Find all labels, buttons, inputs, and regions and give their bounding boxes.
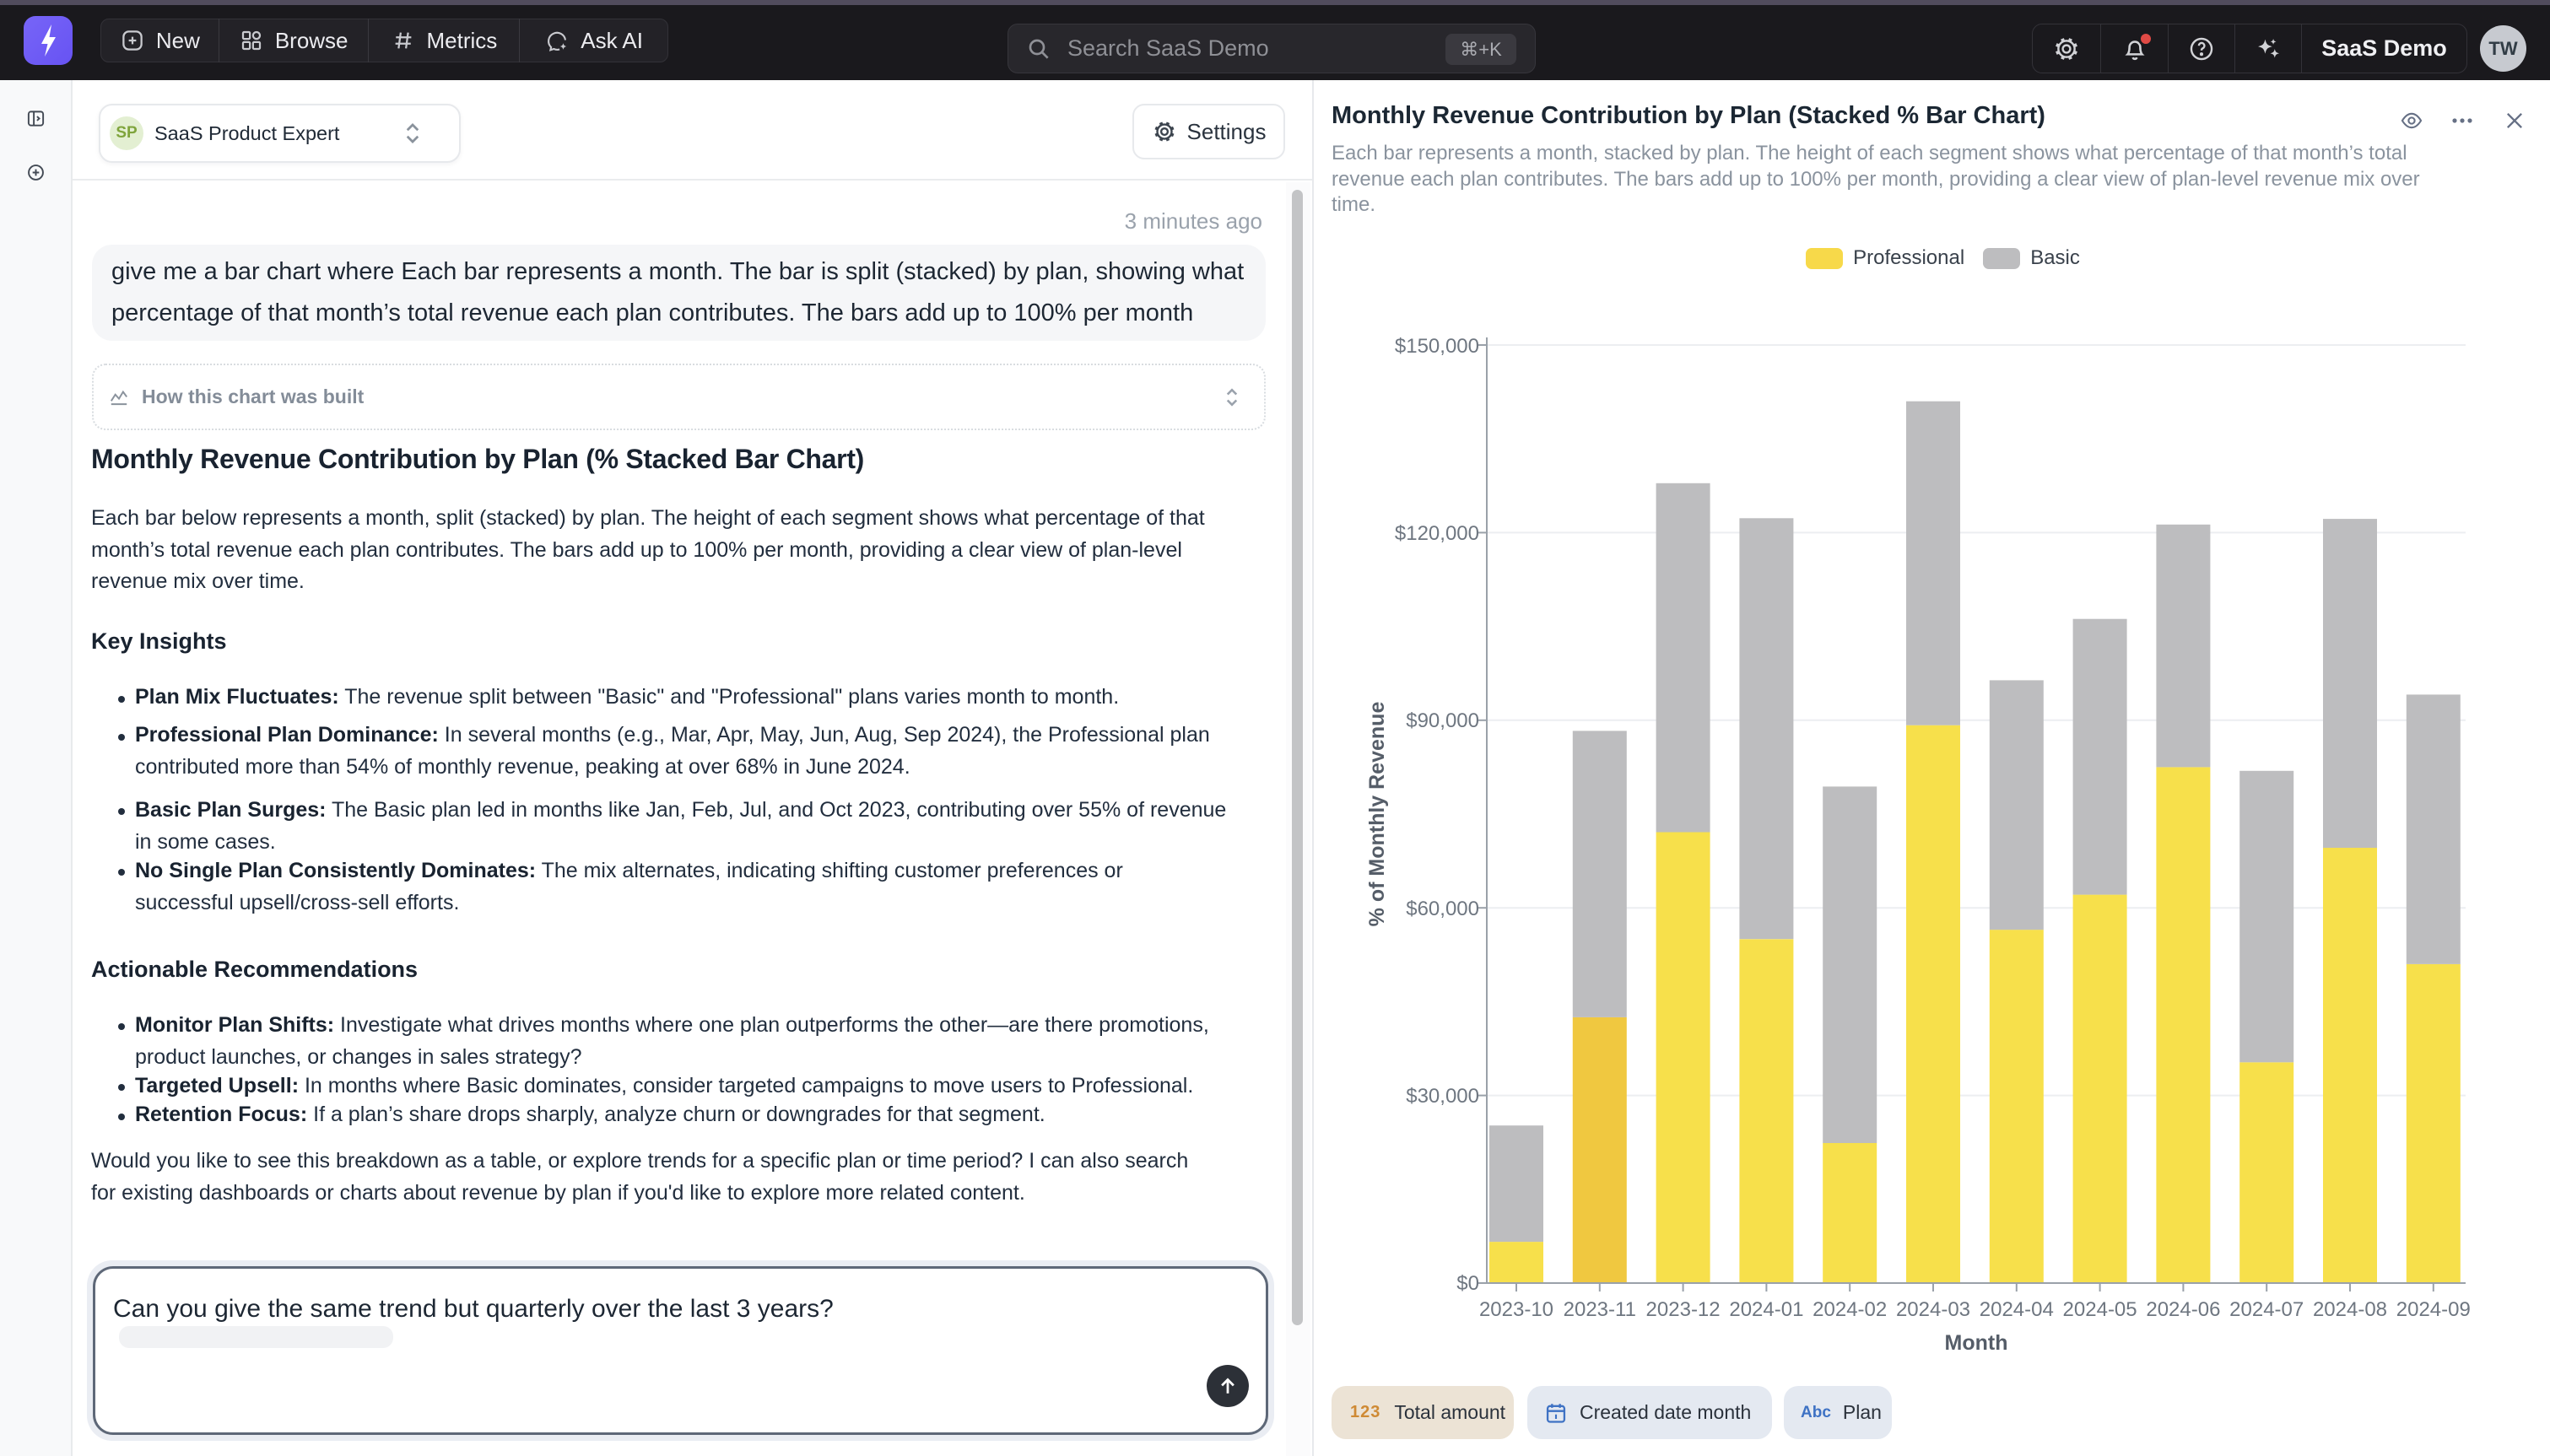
svg-text:2023-10: 2023-10 <box>1479 1298 1553 1321</box>
svg-text:% of Monthly Revenue: % of Monthly Revenue <box>1365 702 1389 927</box>
svg-text:2024-04: 2024-04 <box>1980 1298 2054 1321</box>
svg-text:$60,000: $60,000 <box>1406 898 1479 920</box>
svg-text:$0: $0 <box>1456 1272 1479 1295</box>
svg-text:2024-03: 2024-03 <box>1896 1298 1970 1321</box>
svg-text:2024-01: 2024-01 <box>1729 1298 1803 1321</box>
svg-text:2024-06: 2024-06 <box>2146 1298 2220 1321</box>
svg-text:2024-07: 2024-07 <box>2229 1298 2304 1321</box>
svg-text:2024-02: 2024-02 <box>1813 1298 1887 1321</box>
svg-text:$150,000: $150,000 <box>1395 335 1479 358</box>
svg-text:2023-11: 2023-11 <box>1564 1298 1636 1321</box>
svg-text:$120,000: $120,000 <box>1395 522 1479 545</box>
svg-text:2023-12: 2023-12 <box>1646 1298 1721 1321</box>
svg-text:2024-09: 2024-09 <box>2396 1298 2471 1321</box>
svg-text:2024-05: 2024-05 <box>2063 1298 2137 1321</box>
svg-text:2024-08: 2024-08 <box>2313 1298 2387 1321</box>
svg-text:$90,000: $90,000 <box>1406 709 1479 732</box>
svg-text:Month: Month <box>1945 1331 2008 1355</box>
svg-text:$30,000: $30,000 <box>1406 1085 1479 1108</box>
